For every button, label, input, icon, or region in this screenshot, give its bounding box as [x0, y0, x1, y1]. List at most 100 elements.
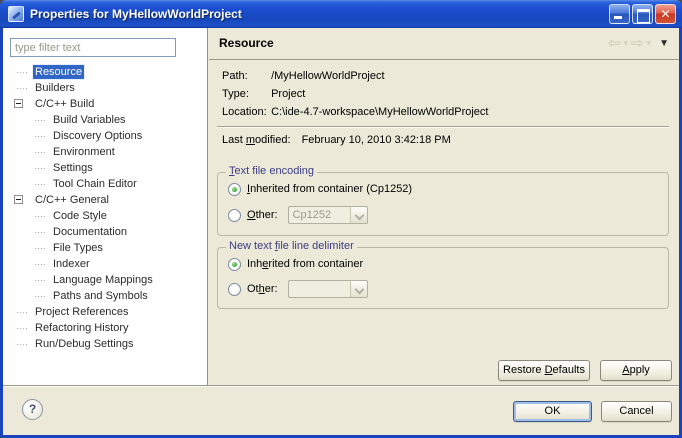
close-glyph: ✕ — [656, 5, 675, 23]
tree-connector — [35, 280, 47, 281]
tree-item-label: Code Style — [51, 209, 109, 223]
radio-unchecked-icon[interactable] — [228, 283, 241, 296]
encoding-other-option[interactable]: Other: Cp1252 — [228, 207, 368, 223]
path-row: Path: /MyHellowWorldProject — [222, 67, 669, 85]
tree-item-label: Settings — [51, 161, 95, 175]
title-bar[interactable]: Properties for MyHellowWorldProject ✕ — [0, 0, 682, 28]
last-modified-value: February 10, 2010 3:42:18 PM — [302, 134, 451, 146]
tree-connector — [35, 168, 47, 169]
line-delimiter-title: New text file line delimiter — [226, 240, 357, 252]
tree-item-label: Build Variables — [51, 113, 128, 127]
maximize-icon[interactable] — [632, 4, 653, 24]
tree-item-label: Tool Chain Editor — [51, 177, 139, 191]
tree-connector — [35, 152, 47, 153]
tree-item-resource[interactable]: Resource — [3, 64, 206, 80]
type-row: Type: Project — [222, 85, 669, 103]
cancel-button[interactable]: Cancel — [601, 401, 672, 422]
tree-item-label: Project References — [33, 305, 131, 319]
text-file-encoding-title: Text file encoding — [226, 165, 317, 177]
tree-item-label: Resource — [33, 65, 84, 79]
encoding-other-label: Other: — [247, 209, 278, 221]
filter-input[interactable] — [10, 38, 176, 57]
tree-item-label: C/C++ Build — [33, 97, 96, 111]
delimiter-other-label: Other: — [247, 283, 278, 295]
delimiter-combo-value — [289, 281, 350, 297]
type-value: Project — [271, 88, 305, 100]
encoding-combo-value: Cp1252 — [289, 207, 350, 223]
encoding-inherited-option[interactable]: Inherited from container (Cp1252) — [228, 181, 412, 197]
tree-item-label: Documentation — [51, 225, 129, 239]
tree-item-documentation[interactable]: Documentation — [3, 224, 206, 240]
tree-item-indexer[interactable]: Indexer — [3, 256, 206, 272]
tree-connector — [17, 88, 29, 89]
tree-connector — [17, 72, 29, 73]
tree-connector — [35, 120, 47, 121]
chevron-down-icon[interactable] — [350, 207, 367, 223]
back-menu-icon[interactable]: ▾ — [623, 39, 628, 48]
tree-item-label: Indexer — [51, 257, 92, 271]
chevron-down-icon[interactable] — [350, 281, 367, 297]
page-content: Resource ⇦ ▾ ⇨ ▾ ▼ Path: /MyHellowWorldP… — [209, 28, 679, 385]
radio-unchecked-icon[interactable] — [228, 209, 241, 222]
location-label: Location: — [222, 103, 268, 121]
tree-item-c-c-build[interactable]: C/C++ Build — [3, 96, 206, 112]
minimize-icon[interactable] — [609, 4, 630, 24]
view-menu-icon[interactable]: ▼ — [659, 39, 669, 49]
tree-item-tool-chain-editor[interactable]: Tool Chain Editor — [3, 176, 206, 192]
tree-connector — [35, 136, 47, 137]
tree-item-file-types[interactable]: File Types — [3, 240, 206, 256]
tree-item-label: C/C++ General — [33, 193, 111, 207]
tree-item-refactoring-history[interactable]: Refactoring History — [3, 320, 206, 336]
tree-item-label: Run/Debug Settings — [33, 337, 135, 351]
forward-menu-icon[interactable]: ▾ — [647, 39, 652, 48]
delimiter-other-option[interactable]: Other: — [228, 281, 368, 297]
last-modified-row: Last modified: February 10, 2010 3:42:18… — [222, 132, 451, 148]
tree-item-builders[interactable]: Builders — [3, 80, 206, 96]
tree-collapse-icon[interactable] — [14, 99, 23, 108]
tree-item-language-mappings[interactable]: Language Mappings — [3, 272, 206, 288]
tree-item-environment[interactable]: Environment — [3, 144, 206, 160]
tree-item-project-references[interactable]: Project References — [3, 304, 206, 320]
delimiter-inherited-option[interactable]: Inherited from container — [228, 256, 363, 272]
location-value: C:\ide-4.7-workspace\MyHellowWorldProjec… — [271, 106, 488, 118]
radio-checked-icon[interactable] — [228, 258, 241, 271]
path-value: /MyHellowWorldProject — [271, 70, 385, 82]
back-icon[interactable]: ⇦ — [608, 36, 621, 51]
delimiter-inherited-label: Inherited from container — [247, 258, 363, 270]
tree-connector — [35, 248, 47, 249]
tree-item-settings[interactable]: Settings — [3, 160, 206, 176]
tree-item-c-c-general[interactable]: C/C++ General — [3, 192, 206, 208]
tree-item-run-debug-settings[interactable]: Run/Debug Settings — [3, 336, 206, 352]
line-delimiter-group: New text file line delimiter Inherited f… — [217, 247, 669, 309]
properties-dialog-icon — [8, 6, 24, 22]
encoding-combo[interactable]: Cp1252 — [288, 206, 368, 224]
text-file-encoding-group: Text file encoding Inherited from contai… — [217, 172, 669, 236]
restore-defaults-button[interactable]: Restore Defaults — [498, 360, 590, 381]
tree-connector — [35, 184, 47, 185]
tree-item-discovery-options[interactable]: Discovery Options — [3, 128, 206, 144]
tree-connector — [17, 344, 29, 345]
tree-item-label: Language Mappings — [51, 273, 155, 287]
tree-item-build-variables[interactable]: Build Variables — [3, 112, 206, 128]
sidebar: ResourceBuildersC/C++ Build Build Variabl… — [3, 28, 208, 385]
forward-icon[interactable]: ⇨ — [631, 36, 644, 51]
help-icon[interactable]: ? — [22, 399, 43, 420]
tree-item-label: Environment — [51, 145, 117, 159]
tree-item-paths-and-symbols[interactable]: Paths and Symbols — [3, 288, 206, 304]
tree-item-code-style[interactable]: Code Style — [3, 208, 206, 224]
resource-info: Path: /MyHellowWorldProject Type: Projec… — [222, 67, 669, 121]
delimiter-combo[interactable] — [288, 280, 368, 298]
apply-button[interactable]: Apply — [600, 360, 672, 381]
window-title: Properties for MyHellowWorldProject — [30, 0, 242, 28]
window-controls: ✕ — [609, 4, 676, 24]
ok-button[interactable]: OK — [513, 401, 592, 422]
radio-checked-icon[interactable] — [228, 183, 241, 196]
dialog-body: ResourceBuildersC/C++ Build Build Variabl… — [3, 28, 679, 435]
tree-collapse-icon[interactable] — [14, 195, 23, 204]
close-icon[interactable]: ✕ — [655, 4, 676, 24]
header-nav: ⇦ ▾ ⇨ ▾ ▼ — [608, 28, 669, 59]
type-label: Type: — [222, 85, 268, 103]
tree-connector — [35, 216, 47, 217]
tree-item-label: File Types — [51, 241, 105, 255]
page-header: Resource ⇦ ▾ ⇨ ▾ ▼ — [209, 28, 679, 60]
